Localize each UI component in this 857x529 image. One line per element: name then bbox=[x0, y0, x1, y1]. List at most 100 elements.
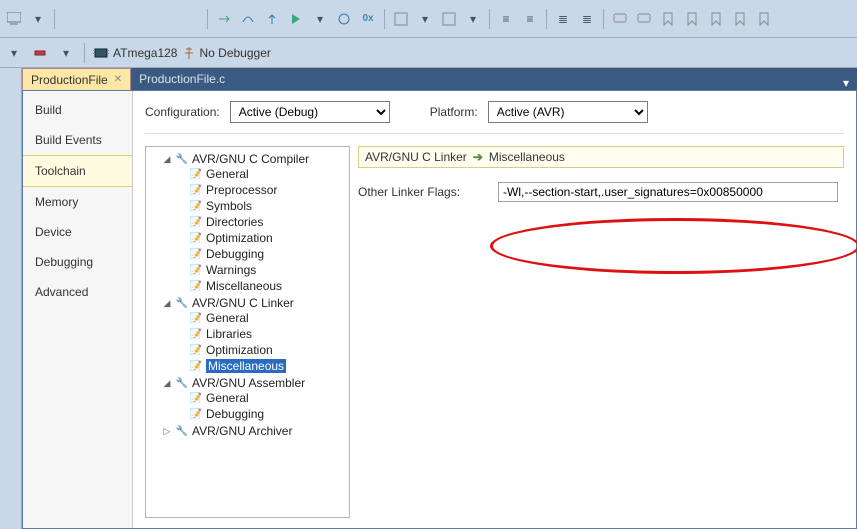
category-build-events[interactable]: Build Events bbox=[23, 125, 132, 155]
tree-node-assembler[interactable]: ◢ 🔧 AVR/GNU Assembler bbox=[162, 376, 347, 390]
toolbar-row-1: ▾ ▾ 0x ▾ ▾ ≡ ≡ ≣ ≣ bbox=[0, 0, 857, 38]
toolbar-row-2: ▾ ▾ ATmega128 No Debugger bbox=[0, 38, 857, 68]
sheet-icon: 📝 bbox=[189, 199, 203, 213]
chip-icon bbox=[93, 47, 109, 59]
tab-label: ProductionFile bbox=[31, 73, 108, 87]
properties-page: Build Build Events Toolchain Memory Devi… bbox=[22, 90, 857, 529]
tree-item-preprocessor[interactable]: 📝Preprocessor bbox=[176, 183, 277, 197]
dropdown-arrow-icon[interactable]: ▾ bbox=[28, 9, 48, 29]
tab-productionfile-props[interactable]: ProductionFile ✕ bbox=[22, 68, 131, 90]
tree-item-linker-libraries[interactable]: 📝Libraries bbox=[176, 327, 252, 341]
align-right-icon[interactable]: ≣ bbox=[577, 9, 597, 29]
toolchain-tree: ◢ 🔧 AVR/GNU C Compiler 📝General 📝Preproc… bbox=[145, 146, 350, 518]
tree-item-directories[interactable]: 📝Directories bbox=[176, 215, 263, 229]
breadcrumb: AVR/GNU C Linker ➔ Miscellaneous bbox=[358, 146, 844, 168]
tree-item-linker-optimization[interactable]: 📝Optimization bbox=[176, 343, 273, 357]
dropdown-arrow-icon[interactable]: ▾ bbox=[4, 43, 24, 63]
configuration-label: Configuration: bbox=[145, 105, 220, 119]
tree-item-general[interactable]: 📝General bbox=[176, 167, 249, 181]
category-toolchain[interactable]: Toolchain bbox=[23, 155, 132, 187]
category-device[interactable]: Device bbox=[23, 217, 132, 247]
category-advanced[interactable]: Advanced bbox=[23, 277, 132, 307]
sheet-icon: 📝 bbox=[189, 167, 203, 181]
bookmark-list-icon[interactable] bbox=[754, 9, 774, 29]
box-a-icon[interactable] bbox=[391, 9, 411, 29]
comment-icon[interactable] bbox=[610, 9, 630, 29]
sheet-icon: 📝 bbox=[189, 343, 203, 357]
dropdown-arrow-icon[interactable]: ▾ bbox=[56, 43, 76, 63]
step-into-icon[interactable] bbox=[214, 9, 234, 29]
tree-node-linker[interactable]: ◢ 🔧 AVR/GNU C Linker bbox=[162, 296, 347, 310]
debugger-icon bbox=[183, 46, 195, 60]
hex-icon[interactable]: 0x bbox=[358, 9, 378, 29]
wrench-icon: 🔧 bbox=[175, 424, 189, 438]
sheet-icon: 📝 bbox=[189, 279, 203, 293]
bookmark-icon[interactable] bbox=[658, 9, 678, 29]
category-debugging[interactable]: Debugging bbox=[23, 247, 132, 277]
tree-item-linker-general[interactable]: 📝General bbox=[176, 311, 249, 325]
configuration-combo[interactable]: Active (Debug) bbox=[230, 101, 390, 123]
sheet-icon: 📝 bbox=[189, 183, 203, 197]
close-icon[interactable]: ✕ bbox=[114, 74, 122, 85]
bookmark-next-icon[interactable] bbox=[682, 9, 702, 29]
sheet-icon: 📝 bbox=[189, 327, 203, 341]
box-b-icon[interactable] bbox=[439, 9, 459, 29]
indent-left-icon[interactable]: ≡ bbox=[496, 9, 516, 29]
device-selector[interactable]: ATmega128 bbox=[93, 46, 177, 60]
category-list: Build Build Events Toolchain Memory Devi… bbox=[23, 91, 133, 528]
tree-node-archiver[interactable]: ▷ 🔧 AVR/GNU Archiver bbox=[162, 424, 347, 438]
indent-right-icon[interactable]: ≡ bbox=[520, 9, 540, 29]
debugger-name: No Debugger bbox=[199, 46, 270, 60]
platform-label: Platform: bbox=[430, 105, 478, 119]
sheet-icon: 📝 bbox=[189, 263, 203, 277]
config-platform-row: Configuration: Active (Debug) Platform: … bbox=[145, 101, 844, 134]
bookmark-clear-icon[interactable] bbox=[730, 9, 750, 29]
tree-item-linker-miscellaneous[interactable]: 📝Miscellaneous bbox=[176, 359, 286, 373]
sheet-icon: 📝 bbox=[189, 391, 203, 405]
tree-node-compiler[interactable]: ◢ 🔧 AVR/GNU C Compiler bbox=[162, 152, 347, 166]
collapse-icon[interactable]: ◢ bbox=[162, 154, 172, 165]
tree-item-symbols[interactable]: 📝Symbols bbox=[176, 199, 252, 213]
sheet-icon: 📝 bbox=[189, 231, 203, 245]
target-icon[interactable] bbox=[30, 43, 50, 63]
tab-label: ProductionFile.c bbox=[139, 72, 225, 86]
device-name: ATmega128 bbox=[113, 46, 177, 60]
tree-item-warnings[interactable]: 📝Warnings bbox=[176, 263, 256, 277]
other-linker-flags-label: Other Linker Flags: bbox=[358, 185, 488, 199]
cycle-icon[interactable] bbox=[334, 9, 354, 29]
breadcrumb-leaf: Miscellaneous bbox=[489, 150, 565, 164]
tree-item-asm-debugging[interactable]: 📝Debugging bbox=[176, 407, 264, 421]
sheet-icon: 📝 bbox=[189, 215, 203, 229]
tab-productionfile-c[interactable]: ProductionFile.c bbox=[131, 68, 233, 90]
dropdown-arrow-icon[interactable]: ▾ bbox=[463, 9, 483, 29]
dropdown-arrow-icon[interactable]: ▾ bbox=[415, 9, 435, 29]
tree-item-debugging[interactable]: 📝Debugging bbox=[176, 247, 264, 261]
dropdown-arrow-icon[interactable]: ▾ bbox=[310, 9, 330, 29]
uncomment-icon[interactable] bbox=[634, 9, 654, 29]
bookmark-prev-icon[interactable] bbox=[706, 9, 726, 29]
side-gutter bbox=[0, 68, 22, 529]
arrow-right-icon: ➔ bbox=[473, 150, 483, 164]
category-memory[interactable]: Memory bbox=[23, 187, 132, 217]
collapse-icon[interactable]: ◢ bbox=[162, 298, 172, 309]
tree-item-optimization[interactable]: 📝Optimization bbox=[176, 231, 273, 245]
platform-combo[interactable]: Active (AVR) bbox=[488, 101, 648, 123]
history-dropdown[interactable] bbox=[4, 9, 24, 29]
tree-item-miscellaneous[interactable]: 📝Miscellaneous bbox=[176, 279, 282, 293]
debugger-selector[interactable]: No Debugger bbox=[183, 46, 270, 60]
expand-icon[interactable]: ▷ bbox=[162, 426, 172, 437]
tree-item-asm-general[interactable]: 📝General bbox=[176, 391, 249, 405]
step-out-icon[interactable] bbox=[262, 9, 282, 29]
step-over-icon[interactable] bbox=[238, 9, 258, 29]
toolchain-content: Configuration: Active (Debug) Platform: … bbox=[133, 91, 856, 528]
wrench-icon: 🔧 bbox=[175, 376, 189, 390]
collapse-icon[interactable]: ◢ bbox=[162, 378, 172, 389]
sheet-icon: 📝 bbox=[189, 311, 203, 325]
settings-panel: AVR/GNU C Linker ➔ Miscellaneous Other L… bbox=[358, 146, 844, 518]
breadcrumb-group: AVR/GNU C Linker bbox=[365, 150, 467, 164]
category-build[interactable]: Build bbox=[23, 95, 132, 125]
run-icon[interactable] bbox=[286, 9, 306, 29]
align-left-icon[interactable]: ≣ bbox=[553, 9, 573, 29]
other-linker-flags-input[interactable] bbox=[498, 182, 838, 202]
tab-overflow-button[interactable]: ▾ bbox=[835, 76, 857, 90]
